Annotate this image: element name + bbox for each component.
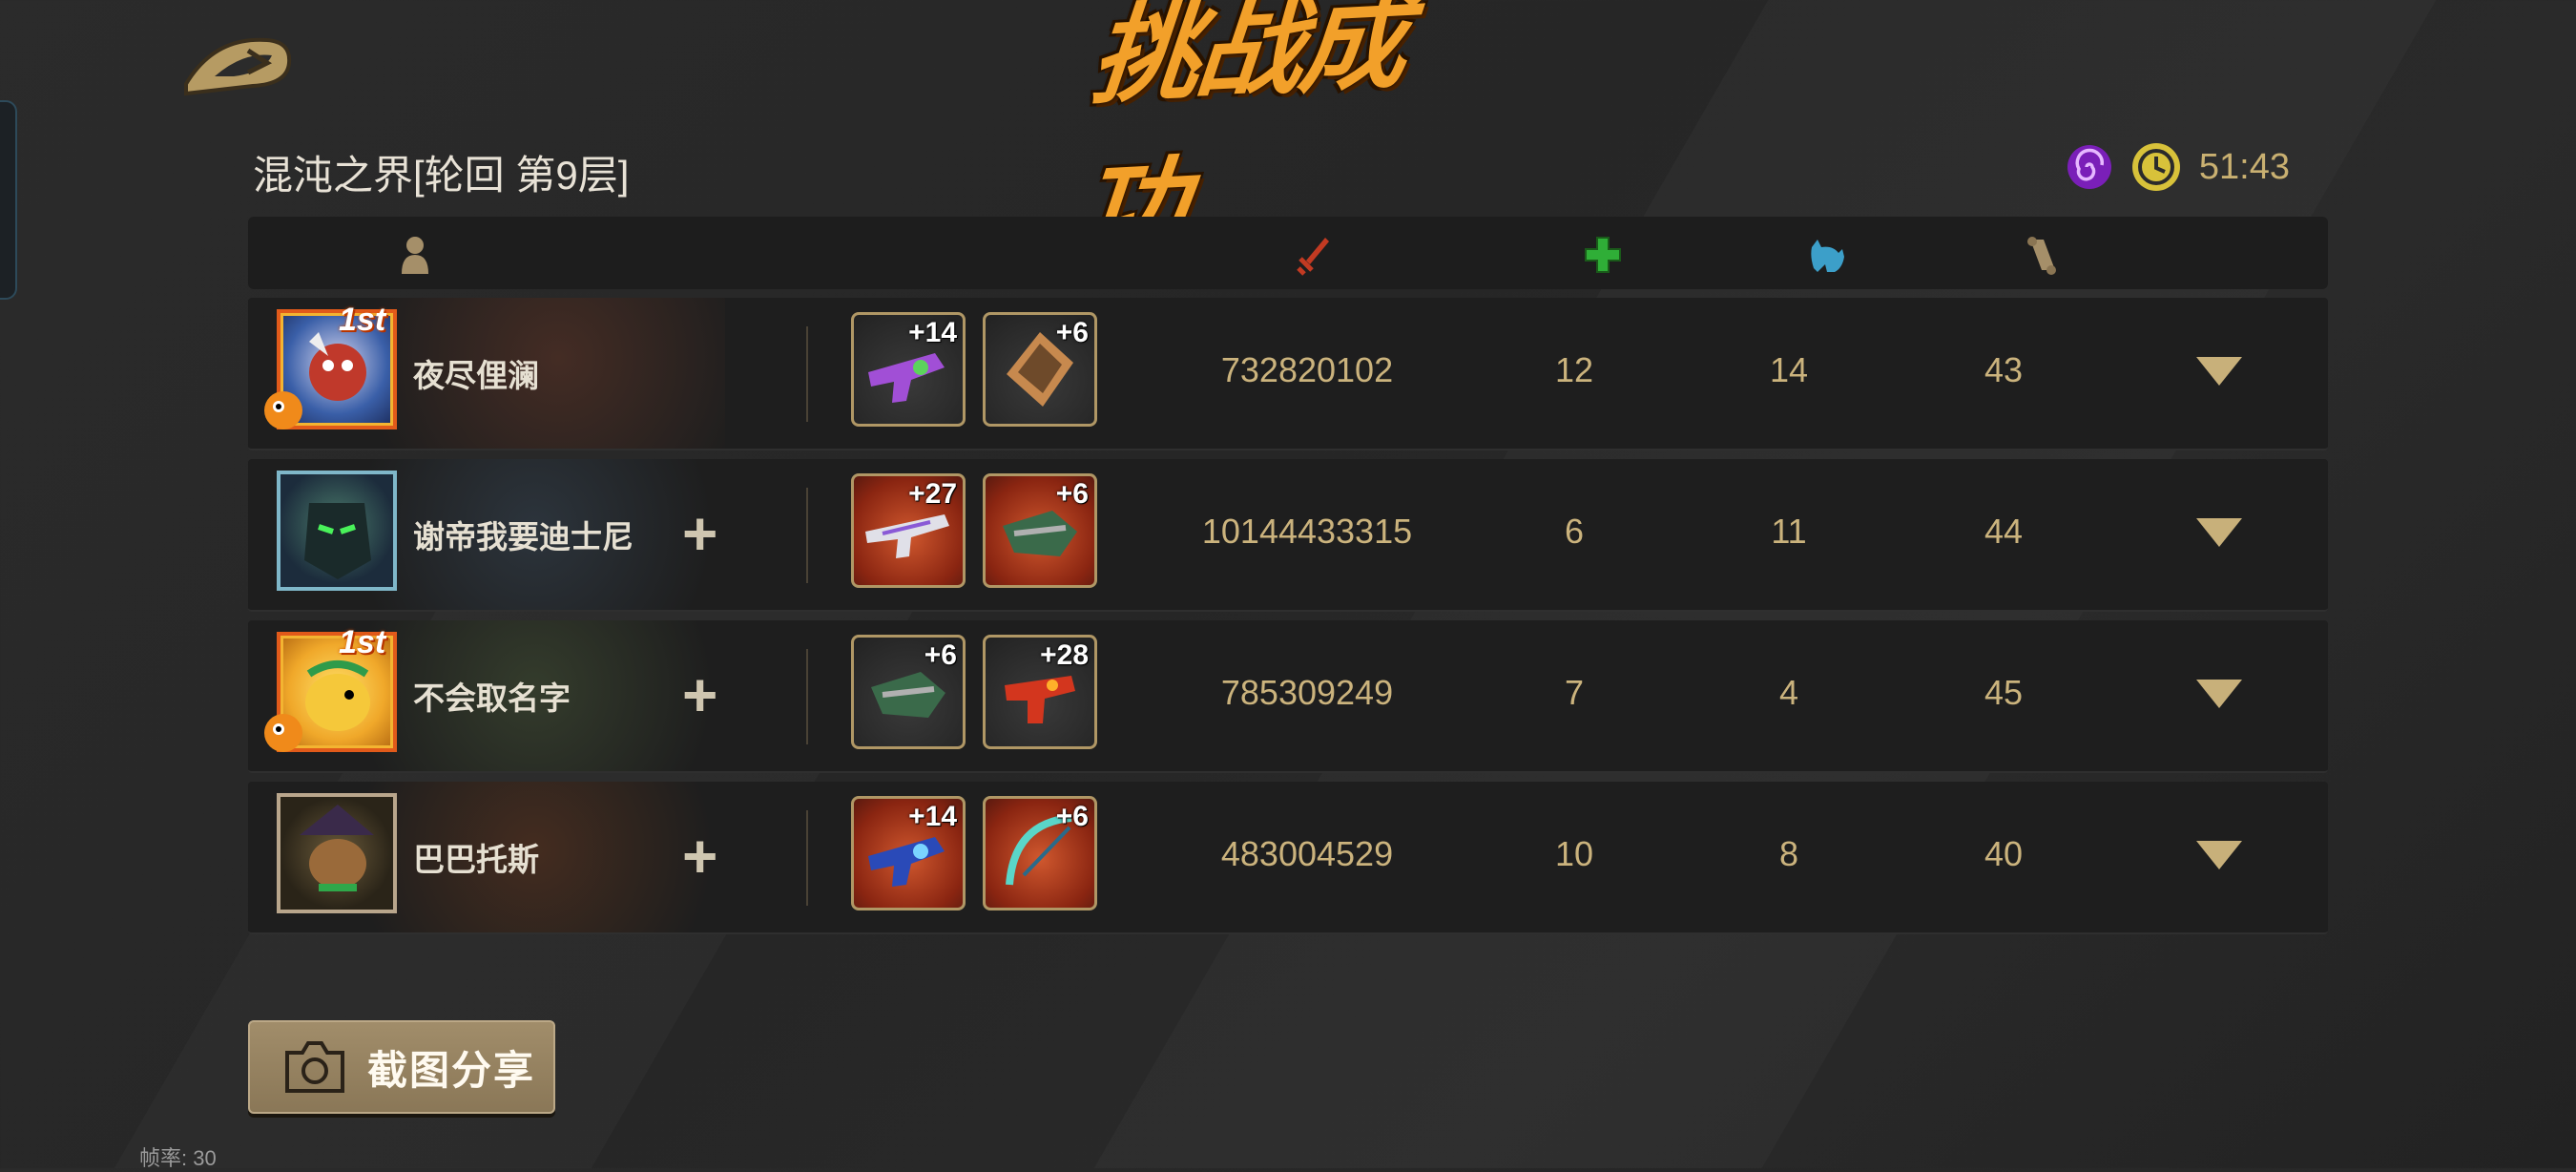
challenge-success-banner: 挑战成功 xyxy=(1073,0,1488,274)
expand-icon[interactable] xyxy=(2194,516,2244,549)
back-arrow-icon[interactable] xyxy=(177,27,301,103)
table-row: 巴巴托斯 + +14 +6 483004529 10 8 40 xyxy=(248,782,2328,934)
add-friend-button[interactable]: + xyxy=(682,664,717,725)
add-friend-button[interactable]: + xyxy=(682,503,717,564)
weapon-slot[interactable]: +6 xyxy=(983,312,1097,427)
pet-value: 8 xyxy=(1778,834,1799,873)
weapon-slot[interactable]: +28 xyxy=(983,635,1097,749)
damage-value: 10144433315 xyxy=(1201,512,1413,551)
camera-icon xyxy=(285,1041,344,1093)
player-name: 夜尽俚澜 xyxy=(413,358,539,393)
divider xyxy=(806,326,808,422)
pet-companion-icon xyxy=(264,391,302,429)
divider xyxy=(806,649,808,744)
table-row: 谢帝我要迪士尼 + +27 +6 10144433315 6 11 44 xyxy=(248,459,2328,612)
fps-counter: 帧率: 30 xyxy=(139,1146,217,1170)
damage-value: 483004529 xyxy=(1220,834,1394,873)
divider xyxy=(806,810,808,906)
share-button-label: 截图分享 xyxy=(367,1047,536,1093)
side-tab[interactable] xyxy=(0,100,17,300)
damage-value: 732820102 xyxy=(1220,350,1394,389)
rank-badge: 1st xyxy=(339,302,386,338)
weapon-slot[interactable]: +6 xyxy=(983,796,1097,910)
weapon-slot[interactable]: +6 xyxy=(851,635,966,749)
add-friend-button[interactable]: + xyxy=(682,826,717,887)
pet-value: 11 xyxy=(1771,512,1807,551)
pet-value: 14 xyxy=(1769,350,1809,389)
timer-text: 51:43 xyxy=(2198,146,2290,187)
scroll-value: 40 xyxy=(1984,834,2024,873)
table-header xyxy=(248,217,2328,289)
scroll-value: 44 xyxy=(1984,512,2024,551)
table-row: 1st 夜尽俚澜 +14 +6 732820102 12 14 43 xyxy=(248,298,2328,450)
sword-icon xyxy=(1297,238,1329,276)
avatar[interactable] xyxy=(277,793,397,913)
pet-value: 4 xyxy=(1778,673,1799,712)
heal-value: 10 xyxy=(1554,834,1594,873)
expand-icon[interactable] xyxy=(2194,678,2244,710)
scroll-value: 45 xyxy=(1984,673,2024,712)
expand-icon[interactable] xyxy=(2194,355,2244,387)
rank-badge: 1st xyxy=(339,624,386,660)
pet-icon xyxy=(1811,240,1844,272)
heal-value: 12 xyxy=(1554,350,1594,389)
weapon-slot[interactable]: +14 xyxy=(851,796,966,910)
clock-icon xyxy=(2131,143,2180,191)
weapon-slot[interactable]: +14 xyxy=(851,312,966,427)
screenshot-share-button[interactable]: 截图分享 xyxy=(248,1020,555,1114)
player-name: 巴巴托斯 xyxy=(413,842,539,877)
table-row: 1st 不会取名字 + +6 +28 785309249 7 4 45 xyxy=(248,620,2328,773)
damage-value: 785309249 xyxy=(1220,673,1394,712)
weapon-slot[interactable]: +27 xyxy=(851,473,966,588)
player-icon xyxy=(402,237,428,274)
avatar[interactable] xyxy=(277,471,397,591)
scroll-icon xyxy=(2027,237,2056,275)
heal-value: 6 xyxy=(1564,512,1585,551)
scoreboard-table: 1st 夜尽俚澜 +14 +6 732820102 12 14 43 谢帝我要迪… xyxy=(248,217,2328,934)
pet-companion-icon xyxy=(264,714,302,752)
expand-icon[interactable] xyxy=(2194,839,2244,871)
swirl-icon xyxy=(2067,145,2111,189)
heal-cross-icon xyxy=(1585,237,1621,273)
weapon-slot[interactable]: +6 xyxy=(983,473,1097,588)
player-name: 谢帝我要迪士尼 xyxy=(413,519,634,555)
scroll-value: 43 xyxy=(1984,350,2024,389)
heal-value: 7 xyxy=(1564,673,1585,712)
status-bar: 51:43 xyxy=(2066,141,2290,193)
player-name: 不会取名字 xyxy=(413,680,571,716)
level-title: 混沌之界[轮回 第9层] xyxy=(253,153,630,198)
divider xyxy=(806,488,808,583)
